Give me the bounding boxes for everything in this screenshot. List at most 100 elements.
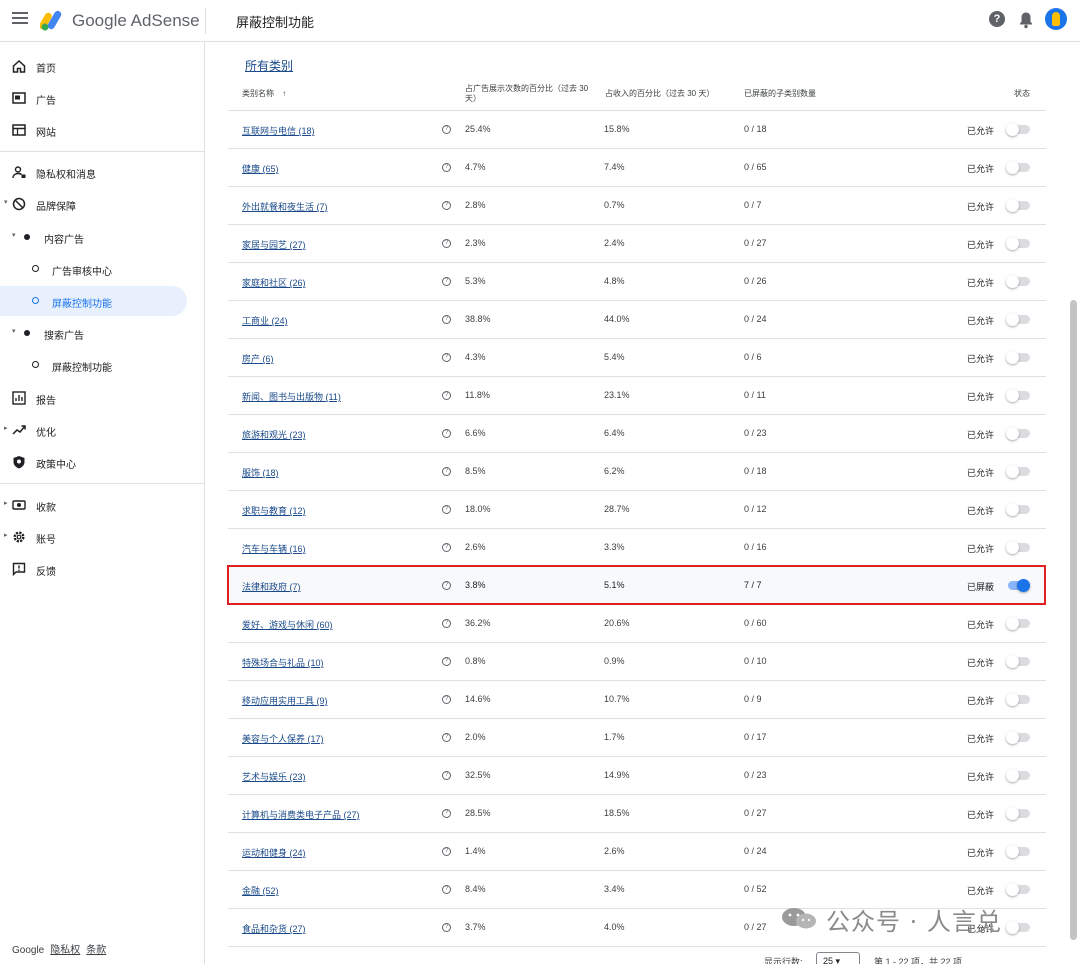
table-row: 爱好、游戏与休闲 (60)? 36.2% 20.6% 0 / 60 已允许 [228,605,1046,643]
category-link[interactable]: 计算机与消费类电子产品 (27) [242,808,360,821]
category-link[interactable]: 健康 (65) [242,162,279,175]
revenue-percent: 0.9% [604,656,625,666]
category-link[interactable]: 房产 (6) [242,352,274,365]
sidebar-item-blocking-controls-content[interactable]: 屏蔽控制功能 [0,286,187,316]
footer-terms-link[interactable]: 条款 [86,945,106,956]
block-toggle[interactable] [1006,769,1030,782]
help-circle-icon[interactable]: ? [442,315,451,324]
category-link[interactable]: 互联网与电信 (18) [242,124,315,137]
block-toggle[interactable] [1006,921,1030,934]
block-toggle[interactable] [1006,199,1030,212]
category-link[interactable]: 服饰 (18) [242,466,279,479]
bullet-dot-icon [24,234,30,240]
rows-per-page-select[interactable]: 25 ▾ [816,952,860,964]
help-circle-icon[interactable]: ? [442,505,451,514]
block-toggle[interactable] [1006,275,1030,288]
help-circle-icon[interactable]: ? [442,201,451,210]
category-link[interactable]: 新闻、图书与出版物 (11) [242,390,341,403]
help-circle-icon[interactable]: ? [442,429,451,438]
help-circle-icon[interactable]: ? [442,923,451,932]
notifications-bell-icon[interactable] [1018,11,1034,29]
help-circle-icon[interactable]: ? [442,543,451,552]
help-circle-icon[interactable]: ? [442,353,451,362]
table-row: 运动和健身 (24)? 1.4% 2.6% 0 / 24 已允许 [228,833,1046,871]
block-toggle[interactable] [1006,541,1030,554]
category-link[interactable]: 旅游和观光 (23) [242,428,306,441]
sidebar-item-policy-center[interactable]: 政策中心 [0,447,204,477]
block-toggle[interactable] [1006,883,1030,896]
category-link[interactable]: 家庭和社区 (26) [242,276,306,289]
toggle-knob [1006,921,1019,934]
help-circle-icon[interactable]: ? [442,467,451,476]
help-circle-icon[interactable]: ? [442,695,451,704]
all-categories-link[interactable]: 所有类别 [245,57,293,74]
status-label: 已允许 [967,430,995,440]
category-link[interactable]: 工商业 (24) [242,314,288,327]
block-toggle[interactable] [1006,161,1030,174]
sidebar-item-ads[interactable]: 广告 [0,83,204,113]
help-icon[interactable]: ? [989,11,1005,27]
sidebar-item-search-ads[interactable]: ▾ 搜索广告 [0,318,204,348]
help-circle-icon[interactable]: ? [442,809,451,818]
help-circle-icon[interactable]: ? [442,771,451,780]
block-toggle[interactable] [1006,313,1030,326]
help-circle-icon[interactable]: ? [442,239,451,248]
category-link[interactable]: 汽车与车辆 (16) [242,542,306,555]
menu-icon[interactable] [12,12,28,28]
block-toggle[interactable] [1006,845,1030,858]
column-header-name[interactable]: 类别名称 ↑ [242,89,286,99]
sidebar-item-label: 广告审核中心 [52,267,112,278]
category-link[interactable]: 爱好、游戏与休闲 (60) [242,618,333,631]
block-toggle[interactable] [1006,655,1030,668]
category-link[interactable]: 美容与个人保养 (17) [242,732,324,745]
sidebar-item-payments[interactable]: ▸ 收款 [0,490,204,520]
block-toggle[interactable] [1006,351,1030,364]
category-link[interactable]: 运动和健身 (24) [242,846,306,859]
sidebar-item-brand-safety[interactable]: ▾ 品牌保障 [0,189,204,219]
category-link[interactable]: 家居与园艺 (27) [242,238,306,251]
sidebar-item-reports[interactable]: 报告 [0,383,204,413]
toggle-knob [1006,199,1019,212]
block-toggle[interactable] [1006,617,1030,630]
block-toggle[interactable] [1006,389,1030,402]
help-circle-icon[interactable]: ? [442,125,451,134]
footer-privacy-link[interactable]: 隐私权 [50,945,80,956]
help-circle-icon[interactable]: ? [442,847,451,856]
sidebar-item-optimization[interactable]: ▸ 优化 [0,415,204,445]
sidebar-item-blocking-controls-search[interactable]: 屏蔽控制功能 [0,350,204,380]
account-avatar[interactable] [1045,8,1067,30]
help-circle-icon[interactable]: ? [442,391,451,400]
toggle-knob [1006,237,1019,250]
category-link[interactable]: 金融 (52) [242,884,279,897]
category-link[interactable]: 艺术与娱乐 (23) [242,770,306,783]
block-toggle[interactable] [1006,693,1030,706]
sidebar-item-content-ads[interactable]: ▾ 内容广告 [0,222,204,252]
block-toggle[interactable] [1006,123,1030,136]
sidebar-item-account[interactable]: ▸ 账号 [0,522,204,552]
impressions-percent: 32.5% [465,770,491,780]
block-toggle[interactable] [1006,427,1030,440]
category-link[interactable]: 求职与教育 (12) [242,504,306,517]
blocked-subcategory-count: 0 / 52 [744,884,767,894]
help-circle-icon[interactable]: ? [442,619,451,628]
help-circle-icon[interactable]: ? [442,657,451,666]
category-link[interactable]: 食品和杂货 (27) [242,922,306,935]
help-circle-icon[interactable]: ? [442,277,451,286]
block-toggle[interactable] [1006,731,1030,744]
block-toggle[interactable] [1006,237,1030,250]
category-link[interactable]: 特殊场合与礼品 (10) [242,656,324,669]
sidebar-item-feedback[interactable]: 反馈 [0,554,204,584]
sidebar-item-ad-review-center[interactable]: 广告审核中心 [0,254,204,284]
category-link[interactable]: 外出就餐和夜生活 (7) [242,200,328,213]
sidebar-item-sites[interactable]: 网站 [0,115,204,145]
sidebar-item-home[interactable]: 首页 [0,51,204,81]
category-link[interactable]: 移动应用实用工具 (9) [242,694,328,707]
block-toggle[interactable] [1006,807,1030,820]
help-circle-icon[interactable]: ? [442,733,451,742]
help-circle-icon[interactable]: ? [442,163,451,172]
block-toggle[interactable] [1006,503,1030,516]
vertical-scrollbar[interactable] [1070,300,1077,940]
block-toggle[interactable] [1006,465,1030,478]
help-circle-icon[interactable]: ? [442,885,451,894]
sidebar-item-privacy[interactable]: 隐私权和消息 [0,157,204,187]
